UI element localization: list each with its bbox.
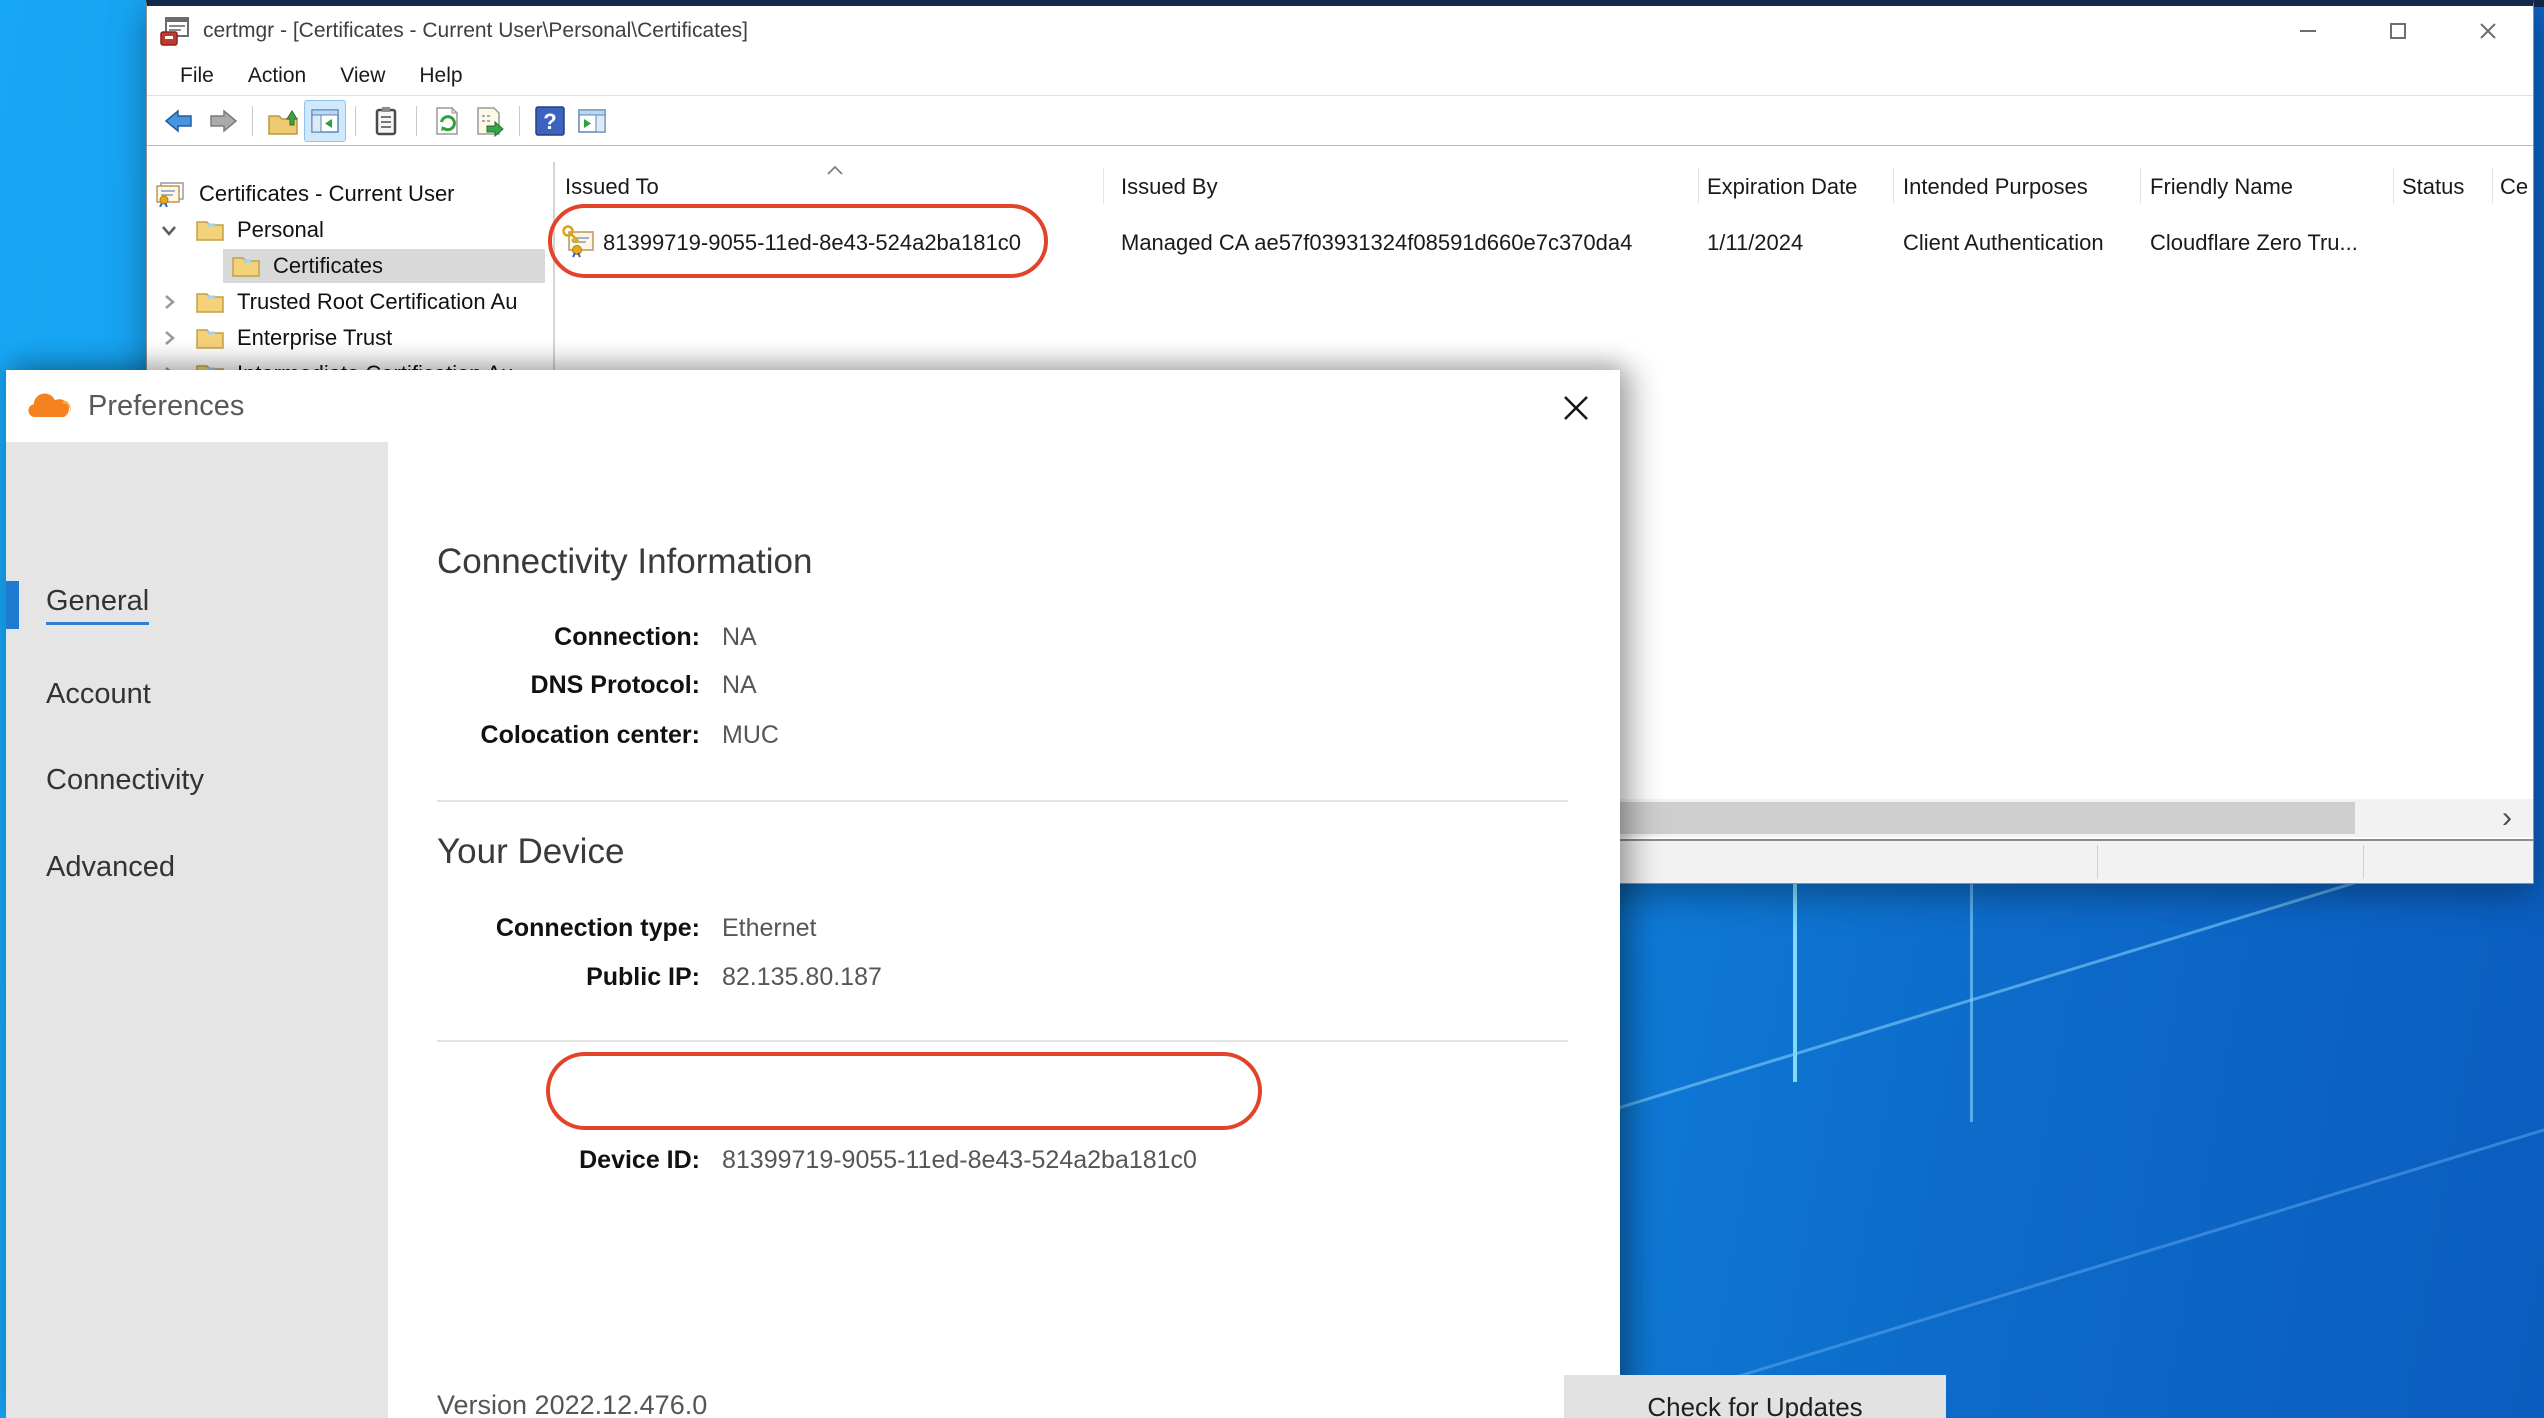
annotation-ellipse-certificate (548, 204, 1048, 278)
column-issued-to[interactable]: Issued To (565, 174, 659, 200)
wallpaper-light-beams (1620, 884, 2544, 1418)
folder-icon (195, 217, 225, 243)
colocation-center-row: Colocation center: MUC (388, 717, 1620, 753)
section-divider (437, 800, 1568, 802)
preferences-title: Preferences (88, 390, 244, 423)
tree-item-label: Enterprise Trust (237, 325, 392, 351)
back-icon (163, 104, 197, 138)
sidebar-item-connectivity[interactable]: Connectivity (46, 756, 204, 804)
refresh-icon (430, 104, 464, 138)
help-icon: ? (533, 104, 567, 138)
minimize-button[interactable] (2263, 6, 2353, 56)
tree-item-enterprise-trust[interactable]: Enterprise Trust (147, 320, 553, 356)
column-status[interactable]: Status (2402, 174, 2464, 200)
export-list-button[interactable] (468, 100, 510, 142)
column-expiration-date[interactable]: Expiration Date (1707, 174, 1857, 200)
chevron-down-icon[interactable] (159, 220, 179, 240)
check-for-updates-button[interactable]: Check for Updates (1564, 1375, 1946, 1418)
maximize-button[interactable] (2353, 6, 2443, 56)
dns-protocol-row: DNS Protocol: NA (388, 667, 1620, 703)
column-certificate[interactable]: Ce (2500, 174, 2528, 200)
tree-selection-highlight (223, 249, 545, 283)
console-tree-toggle[interactable] (304, 100, 346, 142)
folder-icon (195, 289, 225, 315)
folder-icon (195, 325, 225, 351)
menu-action[interactable]: Action (231, 56, 323, 95)
version-text: Version 2022.12.476.0 (437, 1390, 707, 1418)
svg-text:?: ? (543, 109, 556, 134)
cell-intended-purposes: Client Authentication (1903, 230, 2104, 256)
tree-item-label: Personal (237, 217, 324, 243)
cell-issued-by: Managed CA ae57f03931324f08591d660e7c370… (1121, 230, 1632, 256)
maximize-icon (2385, 18, 2411, 44)
help-button[interactable]: ? (529, 100, 571, 142)
desktop: certmgr - [Certificates - Current User\P… (0, 0, 2544, 1418)
toolbar: ? (147, 96, 2533, 146)
up-level-folder-icon (266, 104, 300, 138)
connection-type-row: Connection type: Ethernet (388, 910, 1620, 946)
certmgr-app-icon (159, 15, 191, 47)
close-button[interactable] (2443, 6, 2533, 56)
window-title: certmgr - [Certificates - Current User\P… (203, 19, 748, 43)
sort-ascending-icon (825, 164, 845, 176)
refresh-button[interactable] (426, 100, 468, 142)
preferences-close-button[interactable] (1556, 388, 1596, 428)
preferences-sidebar: General Account Connectivity Advanced (6, 442, 388, 1418)
folder-icon (231, 253, 261, 279)
menubar: File Action View Help (147, 56, 2533, 96)
section-divider (437, 1040, 1568, 1042)
chevron-right-icon[interactable] (159, 292, 179, 312)
active-tab-indicator (6, 581, 19, 629)
action-pane-toggle[interactable] (571, 100, 613, 142)
column-issued-by[interactable]: Issued By (1121, 174, 1218, 200)
menu-file[interactable]: File (163, 56, 231, 95)
chevron-right-icon[interactable] (159, 328, 179, 348)
tree-item-label: Certificates (273, 253, 383, 279)
preferences-content: Connectivity Information Connection: NA … (388, 442, 1620, 1418)
list-header: Issued To Issued By Expiration Date Inte… (555, 162, 2533, 208)
tree-item-label: Trusted Root Certification Au (237, 289, 517, 315)
device-id-row: Device ID: 81399719-9055-11ed-8e43-524a2… (388, 1142, 1620, 1178)
sidebar-item-account[interactable]: Account (46, 670, 151, 718)
preferences-window: Preferences General Account Connectivity… (6, 370, 1620, 1418)
close-icon (2475, 18, 2501, 44)
forward-icon (205, 104, 239, 138)
cell-expiration-date: 1/11/2024 (1707, 230, 1803, 256)
tree-item-label: Certificates - Current User (199, 181, 455, 207)
minimize-icon (2295, 18, 2321, 44)
tree-item-certificates-current-user[interactable]: Certificates - Current User (147, 176, 553, 212)
forward-button[interactable] (201, 100, 243, 142)
certificate-store-icon (155, 181, 185, 207)
preferences-titlebar[interactable]: Preferences (6, 370, 1620, 442)
menu-help[interactable]: Help (402, 56, 479, 95)
up-level-button[interactable] (262, 100, 304, 142)
certmgr-titlebar[interactable]: certmgr - [Certificates - Current User\P… (147, 6, 2533, 56)
annotation-ellipse-device-id (546, 1052, 1262, 1130)
export-list-icon (472, 104, 506, 138)
column-friendly-name[interactable]: Friendly Name (2150, 174, 2293, 200)
menu-view[interactable]: View (323, 56, 402, 95)
scroll-right-arrow[interactable]: › (2487, 799, 2527, 837)
tree-item-personal[interactable]: Personal (147, 212, 553, 248)
tree-item-trusted-root[interactable]: Trusted Root Certification Au (147, 284, 553, 320)
cloudflare-logo-icon (26, 390, 74, 422)
properties-button[interactable] (365, 100, 407, 142)
your-device-heading: Your Device (437, 832, 624, 872)
clipboard-icon (369, 104, 403, 138)
action-pane-icon (575, 104, 609, 138)
close-x-icon (1558, 390, 1594, 426)
connectivity-information-heading: Connectivity Information (437, 542, 812, 582)
public-ip-row: Public IP: 82.135.80.187 (388, 959, 1620, 995)
tree-item-certificates[interactable]: Certificates (147, 248, 553, 284)
console-tree-icon (308, 104, 342, 138)
sidebar-item-advanced[interactable]: Advanced (46, 843, 175, 891)
column-intended-purposes[interactable]: Intended Purposes (1903, 174, 2088, 200)
connection-row: Connection: NA (388, 619, 1620, 655)
sidebar-item-general[interactable]: General (46, 581, 149, 629)
back-button[interactable] (159, 100, 201, 142)
cell-friendly-name: Cloudflare Zero Tru... (2150, 230, 2358, 256)
